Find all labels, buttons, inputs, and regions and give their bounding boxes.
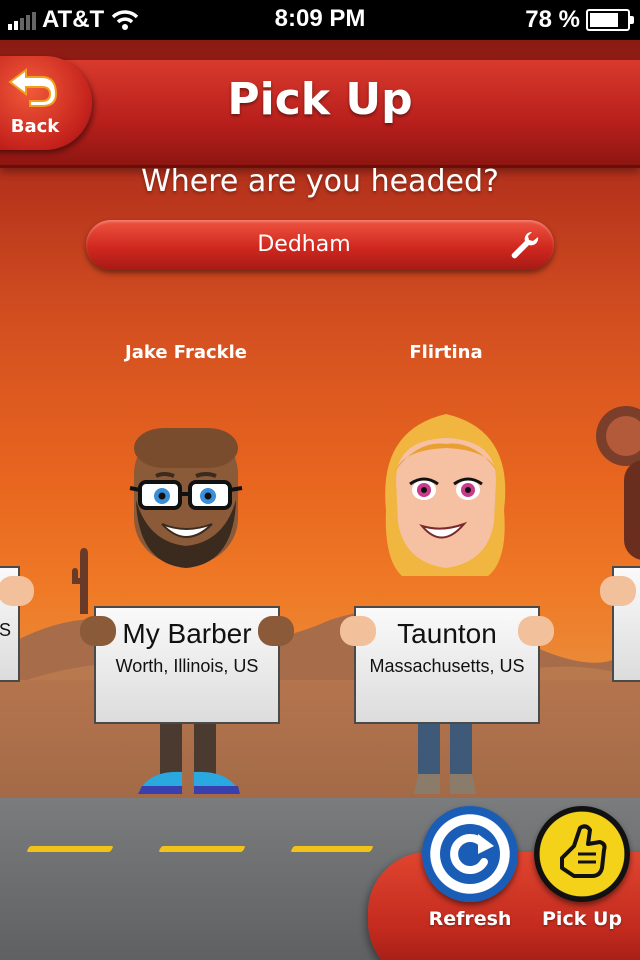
back-label: Back bbox=[10, 116, 60, 137]
rider-name: Jake Frackle bbox=[125, 342, 247, 363]
pickup-label: Pick Up bbox=[542, 908, 622, 930]
sign-destination: Taunton bbox=[397, 618, 497, 649]
road-line bbox=[290, 846, 374, 852]
pickup-button[interactable] bbox=[534, 806, 630, 902]
rider-card[interactable] bbox=[596, 400, 640, 800]
sign-location: S bbox=[0, 620, 11, 640]
battery-status: 78 % bbox=[525, 6, 634, 34]
destination-sign: My Barber Worth, Illinois, US bbox=[94, 606, 280, 724]
avatar-flirtina bbox=[385, 414, 506, 794]
destination-value: Dedham bbox=[257, 232, 351, 257]
status-bar: AT&T 8:09 PM 78 % bbox=[0, 0, 640, 40]
thumbs-up-icon bbox=[560, 824, 607, 878]
road-line bbox=[158, 846, 246, 852]
sign-location: Massachusetts, US bbox=[369, 656, 525, 676]
page-title: Pick Up bbox=[227, 74, 413, 125]
destination-prompt: Where are you headed? bbox=[141, 164, 499, 199]
back-button[interactable]: Back bbox=[0, 56, 92, 150]
sign-location: Worth, Illinois, US bbox=[115, 656, 259, 676]
hand bbox=[518, 616, 554, 646]
avatar-jake bbox=[129, 428, 243, 794]
destination-sign: Taunton Massachusetts, US bbox=[354, 606, 540, 724]
hand bbox=[600, 576, 636, 606]
sign-destination: My Barber bbox=[122, 618, 252, 649]
hand bbox=[0, 576, 34, 606]
rider-card-flirtina[interactable]: Taunton Massachusetts, US bbox=[338, 400, 558, 800]
wrench-icon[interactable] bbox=[508, 229, 540, 261]
hand bbox=[258, 616, 294, 646]
battery-percent: 78 % bbox=[525, 6, 580, 33]
refresh-button[interactable] bbox=[422, 806, 518, 902]
rider-name: Flirtina bbox=[409, 342, 483, 363]
hand bbox=[340, 616, 376, 646]
back-arrow-icon bbox=[8, 68, 58, 107]
pickup-screen: Pick Up Back Where are you headed? Dedha… bbox=[0, 40, 640, 960]
destination-selector[interactable]: Dedham bbox=[86, 220, 554, 270]
hand bbox=[80, 616, 116, 646]
road-line bbox=[26, 846, 114, 852]
rider-card-jake-frackle[interactable]: My Barber Worth, Illinois, US bbox=[78, 400, 298, 800]
battery-icon bbox=[586, 9, 634, 31]
rider-card[interactable]: S bbox=[0, 400, 40, 800]
refresh-label: Refresh bbox=[428, 908, 512, 930]
refresh-icon bbox=[440, 824, 500, 884]
